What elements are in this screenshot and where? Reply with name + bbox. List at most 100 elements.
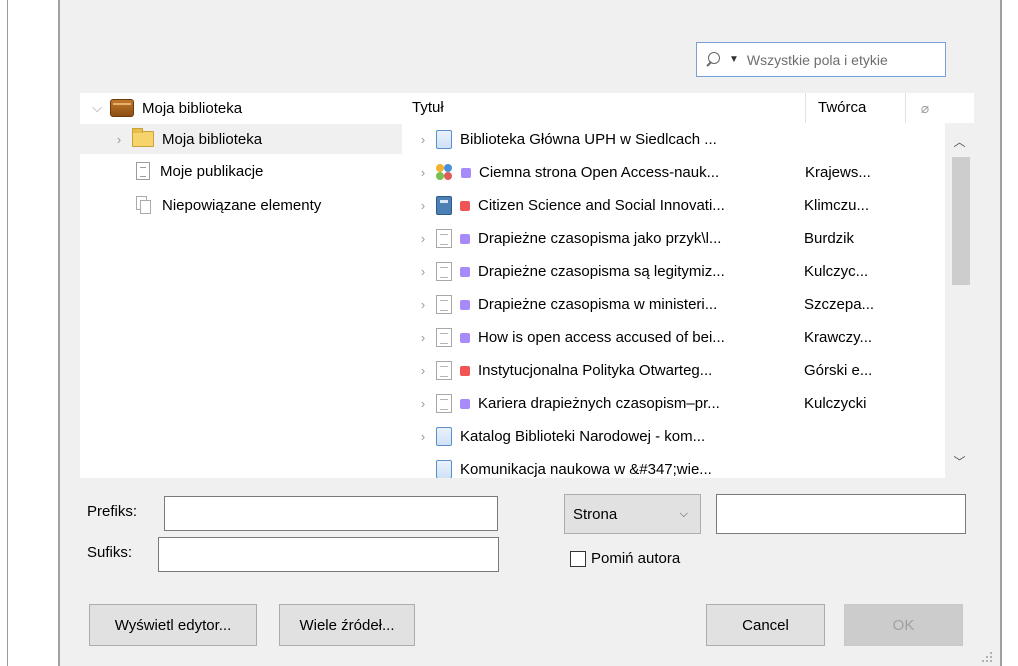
chevron-down-icon: ⌵ <box>679 507 688 520</box>
show-editor-button[interactable]: Wyświetl edytor... <box>89 604 257 646</box>
tree-item-label: Moje publikacje <box>160 162 264 180</box>
item-title: Katalog Biblioteki Narodowej - kom... <box>460 428 706 445</box>
chevron-right-icon[interactable]: › <box>416 165 430 180</box>
table-row[interactable]: › How is open access accused of bei... Kra… <box>402 321 945 354</box>
tag-color-swatch <box>460 332 470 343</box>
chevron-right-icon[interactable]: › <box>416 396 430 411</box>
item-creator: Górski e... <box>804 362 873 379</box>
paperclip-icon[interactable]: ⌀ <box>906 100 944 117</box>
ok-button[interactable]: OK <box>844 604 963 646</box>
tag-color-swatch <box>460 200 470 211</box>
search-field[interactable]: ▼ Wszystkie pola i etykie <box>696 42 946 77</box>
tree-item-label: Moja biblioteka <box>142 99 243 117</box>
locator-select[interactable]: Strona ⌵ <box>564 494 701 534</box>
webpage-icon <box>436 130 452 149</box>
tag-color-swatch <box>460 398 470 409</box>
chevron-right-icon[interactable]: › <box>416 297 430 312</box>
scroll-up-icon[interactable]: ︿ <box>945 133 974 150</box>
suffix-label: Sufiks: <box>87 544 133 561</box>
table-row[interactable]: › Citizen Science and Social Innovati... K… <box>402 189 945 222</box>
chevron-right-icon[interactable]: › <box>416 363 430 378</box>
search-mode-dropdown-icon[interactable]: ▼ <box>729 54 739 65</box>
dialog-border-right <box>1000 0 1002 666</box>
item-title: Drapieżne czasopisma jako przyk\l... <box>478 230 722 247</box>
tag-color-swatch <box>460 365 470 376</box>
locator-input[interactable] <box>716 494 966 534</box>
tree-item-library[interactable]: ⌵ Moja biblioteka <box>80 93 402 123</box>
journal-article-icon <box>436 394 452 413</box>
multiple-sources-button[interactable]: Wiele źródeł... <box>279 604 415 646</box>
document-icon <box>136 162 150 180</box>
table-row[interactable]: › Drapieżne czasopisma w ministeri... Szcz… <box>402 288 945 321</box>
item-creator: Krajews... <box>805 164 871 181</box>
table-row[interactable]: › Kariera drapieżnych czasopism–pr... Kulc… <box>402 387 945 420</box>
journal-article-icon <box>436 229 452 248</box>
presentation-icon <box>436 163 454 182</box>
background-window-edge <box>0 0 8 666</box>
book-icon <box>436 196 452 215</box>
table-row[interactable]: › Instytucjonalna Polityka Otwarteg... Gór… <box>402 354 945 387</box>
library-icon <box>110 99 134 117</box>
chevron-right-icon[interactable]: › <box>416 264 430 279</box>
prefix-input[interactable] <box>164 496 498 531</box>
locator-select-value: Strona <box>573 505 618 523</box>
webpage-icon <box>436 427 452 446</box>
item-creator: Klimczu... <box>804 197 870 214</box>
item-title: Komunikacja naukowa w &#347;wie... <box>460 461 712 478</box>
scroll-down-icon[interactable]: ﹀ <box>945 453 974 470</box>
chevron-right-icon[interactable]: › <box>416 429 430 444</box>
item-creator: Burdzik <box>804 230 855 247</box>
resize-grip-icon[interactable] <box>982 650 994 662</box>
tree-item-my-publications[interactable]: Moje publikacje <box>80 156 402 186</box>
chevron-right-icon[interactable]: › <box>416 198 430 213</box>
item-creator: Szczepa... <box>804 296 875 313</box>
omit-author-checkbox[interactable] <box>570 550 586 567</box>
journal-article-icon <box>436 361 452 380</box>
item-title: Biblioteka Główna UPH w Siedlcach ... <box>460 131 717 148</box>
tree-item-label: Niepowiązane elementy <box>162 196 322 214</box>
tag-color-swatch <box>460 266 470 277</box>
item-title: Drapieżne czasopisma są legitymiz... <box>478 263 725 280</box>
tag-color-swatch <box>461 167 471 178</box>
tree-item-label: Moja biblioteka <box>162 130 263 148</box>
item-creator: Kulczycki <box>804 395 867 412</box>
item-title: Drapieżne czasopisma w ministeri... <box>478 296 718 313</box>
chevron-right-icon[interactable]: › <box>416 231 430 246</box>
item-title: Instytucjonalna Polityka Otwarteg... <box>478 362 713 379</box>
search-icon <box>705 51 721 68</box>
column-header-title[interactable]: Tytuł <box>402 93 806 123</box>
tree-item-unfiled[interactable]: Niepowiązane elementy <box>80 190 402 220</box>
journal-article-icon <box>436 295 452 314</box>
tree-item-collection[interactable]: › Moja biblioteka <box>80 124 402 154</box>
item-title: Kariera drapieżnych czasopism–pr... <box>478 395 720 412</box>
chevron-right-icon[interactable]: › <box>416 330 430 345</box>
search-placeholder: Wszystkie pola i etykie <box>746 51 888 68</box>
table-row[interactable]: › Drapieżne czasopisma jako przyk\l... Bur… <box>402 222 945 255</box>
omit-author-label: Pomiń autora <box>591 550 681 567</box>
item-creator: Kulczyc... <box>804 263 869 280</box>
collection-tree[interactable]: ⌵ Moja biblioteka › Moja biblioteka Moje… <box>80 93 402 478</box>
journal-article-icon <box>436 328 452 347</box>
omit-author-option[interactable]: Pomiń autora <box>570 550 680 567</box>
item-title: Citizen Science and Social Innovati... <box>478 197 725 214</box>
items-list[interactable]: Tytuł Twórca ⌀ › Biblioteka Główna UPH w … <box>402 93 974 478</box>
tag-color-swatch <box>460 233 470 244</box>
folder-icon <box>132 128 154 147</box>
item-title: Ciemna strona Open Access-nauk... <box>479 164 720 181</box>
table-row[interactable]: Komunikacja naukowa w &#347;wie... <box>402 453 945 478</box>
chevron-right-icon[interactable]: › <box>112 132 126 147</box>
webpage-icon <box>436 460 452 478</box>
chevron-down-icon[interactable]: ⌵ <box>90 100 104 116</box>
scrollbar-thumb[interactable] <box>952 157 970 285</box>
items-scrollbar[interactable]: ︿ ﹀ <box>945 123 974 478</box>
table-row[interactable]: › Biblioteka Główna UPH w Siedlcach ... <box>402 123 945 156</box>
table-row[interactable]: › Drapieżne czasopisma są legitymiz... Kul… <box>402 255 945 288</box>
chevron-right-icon[interactable]: › <box>416 132 430 147</box>
suffix-input[interactable] <box>158 537 499 572</box>
journal-article-icon <box>436 262 452 281</box>
unfiled-items-icon <box>136 196 152 214</box>
table-row[interactable]: › Katalog Biblioteki Narodowej - kom... <box>402 420 945 453</box>
column-header-creator[interactable]: Twórca <box>806 93 906 123</box>
cancel-button[interactable]: Cancel <box>706 604 825 646</box>
table-row[interactable]: › Ciemna strona Open Access-nauk... Krajew… <box>402 156 945 189</box>
